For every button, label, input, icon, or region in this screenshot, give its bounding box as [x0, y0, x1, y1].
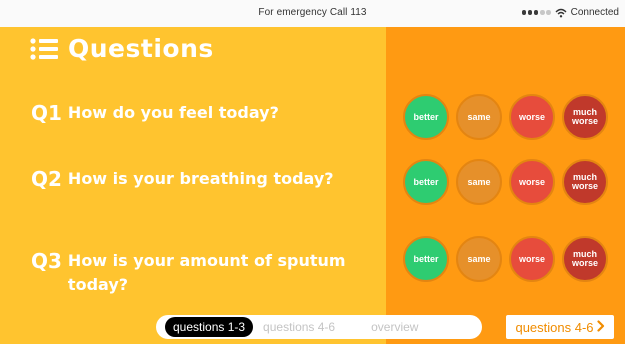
much-worse-line-2: worse [571, 116, 598, 126]
answer-better-button[interactable]: better [403, 236, 449, 282]
question-3: Q3 How is your amount of sputum today? [31, 249, 368, 297]
list-icon [30, 37, 68, 60]
question-text: How is your amount of sputum today? [67, 251, 346, 294]
chevron-right-icon [596, 319, 605, 335]
question-text: How is your breathing today? [67, 169, 334, 188]
next-questions-button[interactable]: questions 4-6 [505, 314, 615, 340]
answer-worse-button[interactable]: worse [509, 94, 555, 140]
much-worse-line-2: worse [571, 258, 598, 268]
question-number: Q1 [31, 101, 62, 125]
signal-strength-icon [521, 10, 551, 15]
question-2: Q2 How is your breathing today? [31, 167, 368, 191]
answer-same-button[interactable]: same [456, 159, 502, 205]
answer-row-3: better same worse much worse [403, 236, 608, 282]
answer-better-button[interactable]: better [403, 94, 449, 140]
answer-worse-button[interactable]: worse [509, 159, 555, 205]
page-header: Questions [30, 34, 214, 63]
tab-overview[interactable]: overview [363, 317, 426, 337]
page-title: Questions [68, 34, 214, 63]
answer-same-button[interactable]: same [456, 236, 502, 282]
status-bar: For emergency Call 113 Connected [0, 0, 625, 27]
answer-better-button[interactable]: better [403, 159, 449, 205]
answer-row-2: better same worse much worse [403, 159, 608, 205]
tab-questions-1-3[interactable]: questions 1-3 [165, 317, 254, 337]
much-worse-line-2: worse [571, 181, 598, 191]
tab-questions-4-6[interactable]: questions 4-6 [255, 317, 343, 337]
question-1: Q1 How do you feel today? [31, 101, 368, 125]
status-indicators: Connected [521, 7, 619, 18]
next-button-label: questions 4-6 [515, 319, 594, 335]
answer-worse-button[interactable]: worse [509, 236, 555, 282]
answer-much-worse-button[interactable]: much worse [562, 236, 608, 282]
answer-row-1: better same worse much worse [403, 94, 608, 140]
connection-status: Connected [570, 7, 619, 18]
answer-much-worse-button[interactable]: much worse [562, 94, 608, 140]
answer-much-worse-button[interactable]: much worse [562, 159, 608, 205]
question-text: How do you feel today? [67, 103, 279, 122]
question-number: Q3 [31, 249, 62, 273]
question-pagination: questions 1-3 questions 4-6 overview [156, 315, 482, 339]
wifi-icon [555, 8, 567, 18]
answer-same-button[interactable]: same [456, 94, 502, 140]
question-number: Q2 [31, 167, 62, 191]
